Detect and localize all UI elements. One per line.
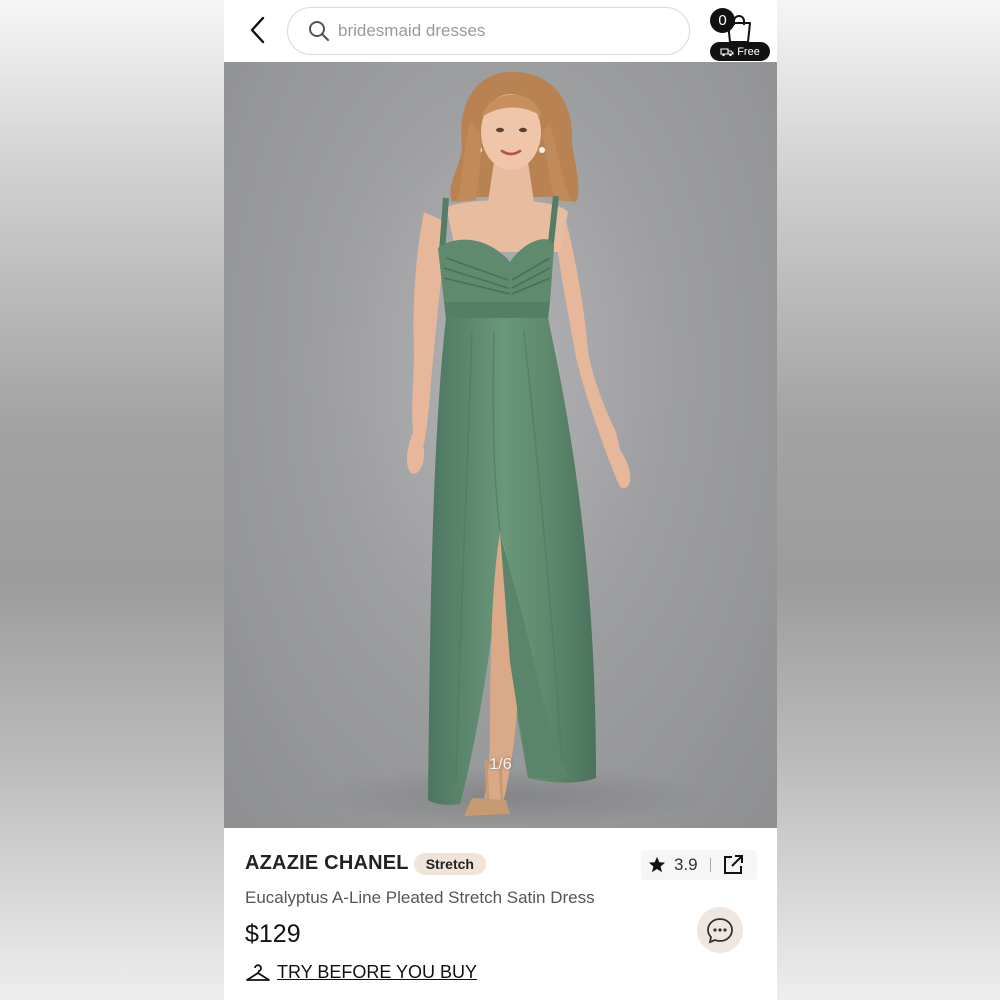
free-shipping-badge: Free bbox=[710, 42, 770, 61]
hanger-icon bbox=[246, 963, 270, 981]
share-icon bbox=[723, 855, 743, 874]
rating-divider bbox=[709, 858, 711, 872]
brand-row: AZAZIE CHANEL Stretch bbox=[245, 852, 486, 875]
product-info-panel: AZAZIE CHANEL Stretch 3.9 Eucalyptus A-L… bbox=[224, 828, 777, 1000]
image-counter: 1/6 bbox=[489, 756, 512, 773]
cart-button[interactable]: 0 Free bbox=[710, 6, 772, 62]
free-shipping-label: Free bbox=[737, 45, 760, 58]
chat-button[interactable] bbox=[697, 907, 743, 953]
try-before-you-buy-link[interactable]: TRY BEFORE YOU BUY bbox=[245, 962, 477, 983]
rating-value[interactable]: 3.9 bbox=[674, 855, 698, 875]
product-image-gallery[interactable]: 1/6 bbox=[224, 62, 777, 828]
delivery-truck-icon bbox=[720, 47, 734, 56]
background-right-panel bbox=[777, 0, 1000, 1000]
cart-count-badge: 0 bbox=[710, 8, 735, 33]
product-title: Eucalyptus A-Line Pleated Stretch Satin … bbox=[245, 888, 595, 907]
app-screen: 0 Free bbox=[224, 0, 777, 1000]
back-button[interactable] bbox=[242, 14, 274, 46]
chat-icon bbox=[707, 918, 733, 944]
product-brand[interactable]: AZAZIE CHANEL bbox=[245, 852, 409, 875]
search-icon bbox=[308, 20, 330, 42]
stretch-badge: Stretch bbox=[413, 852, 486, 875]
product-price: $129 bbox=[245, 920, 301, 948]
share-button[interactable] bbox=[722, 854, 744, 876]
product-photo bbox=[314, 71, 714, 827]
star-icon bbox=[648, 856, 666, 873]
back-arrow-icon bbox=[250, 16, 265, 44]
background-left-panel bbox=[0, 0, 224, 1000]
top-bar: 0 Free bbox=[224, 0, 777, 62]
rating-share-box: 3.9 bbox=[641, 850, 757, 880]
search-input[interactable] bbox=[338, 21, 658, 41]
search-bar[interactable] bbox=[287, 7, 690, 55]
try-before-you-buy-label: TRY BEFORE YOU BUY bbox=[277, 962, 478, 982]
